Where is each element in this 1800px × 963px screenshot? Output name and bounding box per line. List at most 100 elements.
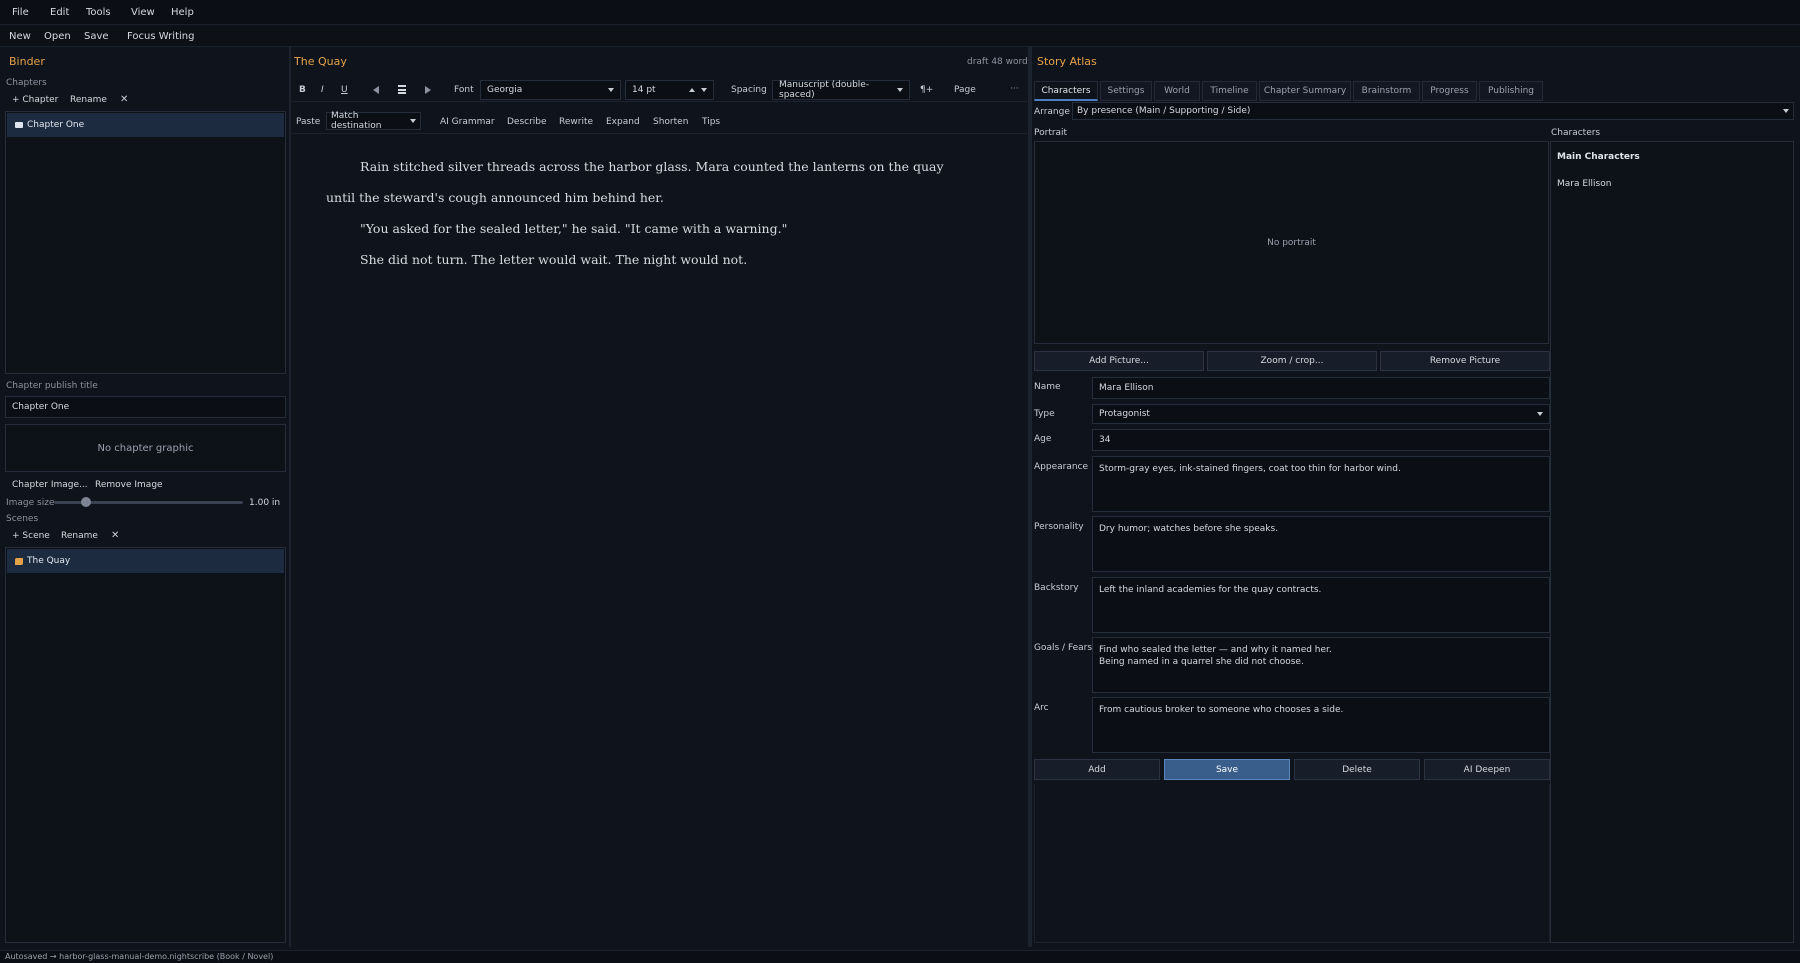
arc-field[interactable]: From cautious broker to someone who choo… bbox=[1092, 697, 1550, 753]
character-list: Main Characters Mara Ellison bbox=[1550, 141, 1794, 943]
align-center-icon[interactable] bbox=[398, 85, 406, 94]
binder-title: Binder bbox=[9, 55, 45, 68]
shorten-button[interactable]: Shorten bbox=[653, 117, 688, 127]
chapter-item[interactable]: Chapter One bbox=[7, 113, 284, 137]
paragraph: She did not turn. The letter would wait.… bbox=[360, 252, 748, 267]
menu-tools[interactable]: Tools bbox=[86, 7, 111, 18]
decrease-icon[interactable] bbox=[701, 88, 707, 92]
chevron-down-icon bbox=[410, 119, 416, 123]
bold-button[interactable]: B bbox=[299, 85, 306, 95]
delete-character-button[interactable]: Delete bbox=[1294, 759, 1420, 780]
add-scene-button[interactable]: + Scene bbox=[12, 531, 50, 541]
zoom-crop-button[interactable]: Zoom / crop... bbox=[1207, 351, 1377, 371]
save-button[interactable]: Save bbox=[84, 31, 109, 42]
new-button[interactable]: New bbox=[9, 31, 31, 42]
appearance-label: Appearance bbox=[1034, 462, 1089, 472]
menu-view[interactable]: View bbox=[131, 7, 155, 18]
paragraph-mark-button[interactable]: ¶+ bbox=[920, 85, 933, 95]
binder-divider[interactable] bbox=[289, 47, 291, 947]
rename-chapter-button[interactable]: Rename bbox=[70, 95, 107, 105]
chevron-down-icon bbox=[1783, 109, 1789, 113]
font-select[interactable]: Georgia bbox=[480, 80, 621, 100]
spacing-select-value: Manuscript (double-spaced) bbox=[779, 80, 870, 100]
menu-help[interactable]: Help bbox=[171, 7, 194, 18]
menu-edit[interactable]: Edit bbox=[50, 7, 69, 18]
arc-label: Arc bbox=[1034, 703, 1049, 713]
chapter-list: Chapter One bbox=[5, 111, 286, 374]
backstory-label: Backstory bbox=[1034, 583, 1079, 593]
paste-mode-select[interactable]: Match destination bbox=[326, 111, 421, 131]
character-list-item[interactable]: Mara Ellison bbox=[1557, 179, 1611, 189]
chevron-down-icon bbox=[897, 88, 903, 92]
image-size-label: Image size bbox=[6, 498, 55, 508]
focus-writing-button[interactable]: Focus Writing bbox=[127, 31, 194, 42]
tab-brainstorm[interactable]: Brainstorm bbox=[1353, 81, 1420, 101]
status-text: Autosaved → harbor-glass-manual-demo.nig… bbox=[5, 952, 274, 961]
expand-button[interactable]: Expand bbox=[606, 117, 640, 127]
add-picture-button[interactable]: Add Picture... bbox=[1034, 351, 1204, 371]
page-button[interactable]: Page bbox=[954, 85, 976, 95]
scene-title: The Quay bbox=[294, 55, 347, 68]
tab-progress[interactable]: Progress bbox=[1422, 81, 1477, 101]
rewrite-button[interactable]: Rewrite bbox=[559, 117, 593, 127]
delete-chapter-icon[interactable]: ✕ bbox=[120, 94, 128, 105]
ai-grammar-button[interactable]: AI Grammar bbox=[440, 117, 495, 127]
paragraph: "You asked for the sealed letter," he sa… bbox=[360, 221, 788, 236]
type-select[interactable]: Protagonist bbox=[1092, 404, 1550, 424]
open-button[interactable]: Open bbox=[44, 31, 71, 42]
book-icon bbox=[15, 122, 23, 128]
character-form-area bbox=[1034, 784, 1550, 943]
editor-divider[interactable] bbox=[1028, 47, 1032, 947]
main-toolbar: New Open Save Focus Writing bbox=[0, 25, 1800, 47]
backstory-field[interactable]: Left the inland academies for the quay c… bbox=[1092, 577, 1550, 633]
tab-world[interactable]: World bbox=[1154, 81, 1200, 101]
add-chapter-button[interactable]: + Chapter bbox=[12, 95, 58, 105]
age-field[interactable]: 34 bbox=[1092, 429, 1550, 451]
more-options-icon[interactable]: ··· bbox=[1010, 84, 1019, 94]
goals-fears-field[interactable]: Find who sealed the letter — and why it … bbox=[1092, 637, 1550, 693]
tips-button[interactable]: Tips bbox=[702, 117, 720, 127]
menu-file[interactable]: File bbox=[12, 7, 29, 18]
personality-field[interactable]: Dry humor; watches before she speaks. bbox=[1092, 516, 1550, 572]
word-count: draft 48 words bbox=[967, 57, 1033, 67]
font-select-value: Georgia bbox=[487, 85, 523, 95]
paste-mode-value: Match destination bbox=[331, 111, 382, 131]
scene-item[interactable]: The Quay bbox=[7, 549, 284, 573]
name-field[interactable]: Mara Ellison bbox=[1092, 377, 1550, 399]
increase-icon[interactable] bbox=[689, 88, 695, 92]
manuscript-editor[interactable]: Rain stitched silver threads across the … bbox=[292, 138, 1027, 947]
arrange-select[interactable]: By presence (Main / Supporting / Side) bbox=[1072, 102, 1794, 120]
story-atlas-title: Story Atlas bbox=[1037, 55, 1097, 68]
chevron-down-icon bbox=[1537, 412, 1543, 416]
ai-deepen-button[interactable]: AI Deepen bbox=[1424, 759, 1550, 780]
paste-button[interactable]: Paste bbox=[296, 117, 320, 127]
tab-publishing[interactable]: Publishing bbox=[1479, 81, 1543, 101]
image-size-slider-handle[interactable] bbox=[81, 497, 92, 507]
italic-button[interactable]: I bbox=[321, 85, 324, 95]
publish-title-field[interactable]: Chapter One bbox=[5, 396, 286, 418]
name-label: Name bbox=[1034, 382, 1061, 392]
align-right-icon[interactable] bbox=[425, 86, 431, 94]
font-label: Font bbox=[454, 85, 474, 95]
font-size-value: 14 pt bbox=[632, 85, 656, 95]
appearance-field[interactable]: Storm-gray eyes, ink-stained fingers, co… bbox=[1092, 456, 1550, 512]
spacing-select[interactable]: Manuscript (double-spaced) bbox=[772, 80, 910, 100]
goals-fears-label: Goals / Fears bbox=[1034, 643, 1093, 653]
chapter-image-button[interactable]: Chapter Image... bbox=[12, 480, 88, 490]
image-size-slider[interactable] bbox=[54, 497, 243, 507]
delete-scene-icon[interactable]: ✕ bbox=[111, 530, 119, 541]
tab-settings[interactable]: Settings bbox=[1100, 81, 1152, 101]
tab-chapter-summary[interactable]: Chapter Summary bbox=[1259, 81, 1351, 101]
type-select-value: Protagonist bbox=[1099, 409, 1150, 419]
tab-timeline[interactable]: Timeline bbox=[1202, 81, 1257, 101]
tab-characters[interactable]: Characters bbox=[1034, 81, 1098, 101]
rename-scene-button[interactable]: Rename bbox=[61, 531, 98, 541]
underline-button[interactable]: U bbox=[341, 85, 348, 95]
font-size-stepper[interactable]: 14 pt bbox=[625, 80, 714, 100]
align-left-icon[interactable] bbox=[373, 86, 379, 94]
add-character-button[interactable]: Add bbox=[1034, 759, 1160, 780]
remove-image-button[interactable]: Remove Image bbox=[95, 480, 163, 490]
save-character-button[interactable]: Save bbox=[1164, 759, 1290, 780]
remove-picture-button[interactable]: Remove Picture bbox=[1380, 351, 1550, 371]
describe-button[interactable]: Describe bbox=[507, 117, 547, 127]
